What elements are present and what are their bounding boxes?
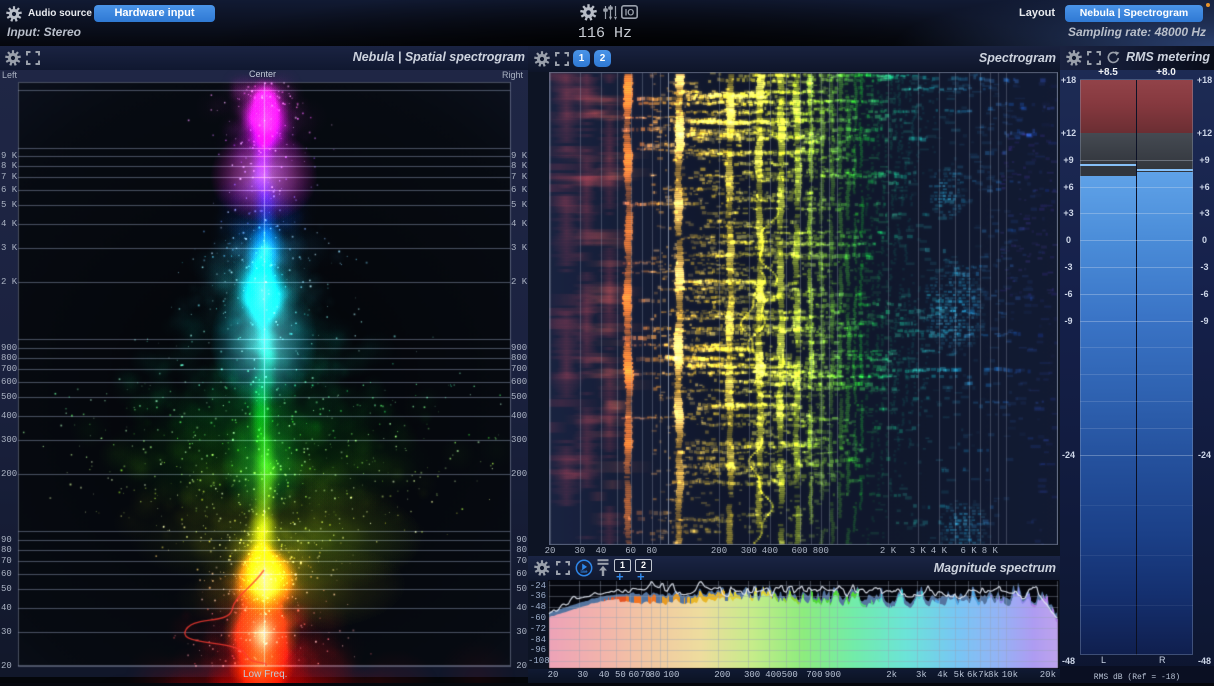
svg-text:live: live xyxy=(581,569,589,574)
svg-text:IO: IO xyxy=(625,8,635,18)
